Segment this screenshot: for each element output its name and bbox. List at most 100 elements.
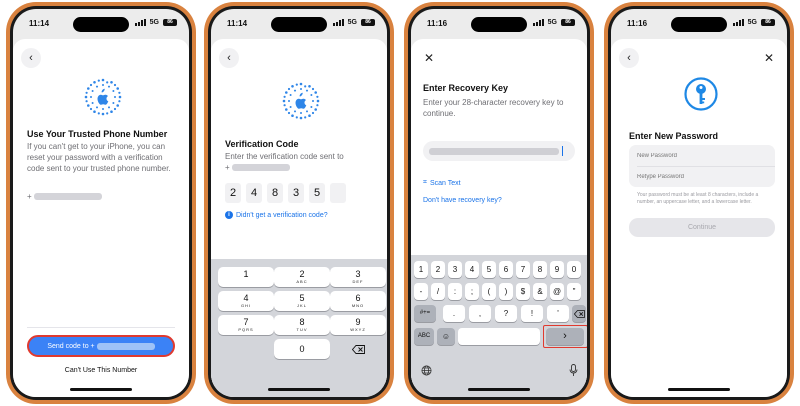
next-key[interactable]: ›	[546, 327, 584, 345]
status-time: 11:14	[227, 19, 248, 28]
key-5[interactable]: 5 JKL	[274, 291, 330, 311]
scan-text-button[interactable]: ⌗ Scan Text	[423, 179, 461, 187]
chevron-left-icon: ‹	[227, 52, 231, 64]
code-digit: 8	[267, 183, 283, 203]
key[interactable]: (	[482, 283, 496, 300]
close-button[interactable]: ✕	[419, 48, 439, 68]
phone-3: 11:16 5G 86 ✕ Enter Recovery Key Enter y…	[404, 2, 594, 404]
key[interactable]: 5	[482, 261, 496, 278]
page-title: Enter Recovery Key	[423, 83, 509, 93]
code-input[interactable]: 2 4 8 3 5	[225, 183, 346, 203]
key-0[interactable]: 0	[274, 339, 330, 359]
key-4[interactable]: 4 GHI	[218, 291, 274, 311]
status-time: 11:14	[29, 19, 50, 28]
description: Enter the verification code sent to	[225, 152, 344, 161]
signal-icon	[332, 19, 344, 26]
microphone-icon[interactable]	[569, 364, 578, 377]
back-button[interactable]: ‹	[219, 48, 239, 68]
send-code-button[interactable]: Send code to +	[27, 335, 175, 357]
key[interactable]: ,	[469, 305, 491, 322]
symbols-key[interactable]: #+=	[414, 305, 436, 322]
key-6[interactable]: 6 MNO	[330, 291, 386, 311]
status-bar: 11:16 5G 86	[411, 18, 587, 30]
key[interactable]: @	[550, 283, 564, 300]
emoji-key[interactable]: ☺	[437, 328, 455, 345]
key[interactable]: 7	[516, 261, 530, 278]
page-title: Verification Code	[225, 139, 299, 149]
phone-4: 11:16 5G 86 ‹ ✕ Enter New Password Your …	[604, 2, 794, 404]
key[interactable]: $	[516, 283, 530, 300]
key[interactable]: 3	[448, 261, 462, 278]
keyboard: 1 2 3 4 5 6 7 8 9 0 - / : ; ( ) $ & @ " …	[411, 255, 587, 397]
key[interactable]: !	[521, 305, 543, 322]
key[interactable]: &	[533, 283, 547, 300]
phone-number: +	[225, 163, 290, 172]
status-bar: 11:14 5G 86	[211, 18, 387, 30]
globe-icon[interactable]	[421, 365, 432, 376]
battery-icon: 86	[561, 19, 575, 26]
back-button[interactable]: ‹	[619, 48, 639, 68]
key[interactable]: 4	[465, 261, 479, 278]
screen-new-password: 11:16 5G 86 ‹ ✕ Enter New Password Your …	[611, 9, 787, 397]
key[interactable]: 9	[550, 261, 564, 278]
status-time: 11:16	[427, 19, 448, 28]
help-link[interactable]: i Didn't get a verification code?	[225, 211, 328, 219]
key[interactable]: ;	[465, 283, 479, 300]
sheet: ‹	[13, 39, 189, 397]
key[interactable]: /	[431, 283, 445, 300]
key[interactable]: ?	[495, 305, 517, 322]
space-key[interactable]	[458, 328, 540, 345]
password-hint: Your password must be at least 8 charact…	[637, 192, 759, 205]
key-9[interactable]: 9 WXYZ	[330, 315, 386, 335]
retype-password-field[interactable]	[629, 166, 775, 187]
key[interactable]: 2	[431, 261, 445, 278]
apple-logo-icon	[84, 78, 122, 116]
key-1[interactable]: 1	[218, 267, 274, 287]
signal-icon	[732, 19, 744, 26]
key[interactable]: :	[448, 283, 462, 300]
status-bar: 11:14 5G 86	[13, 18, 189, 30]
home-indicator	[468, 388, 530, 391]
recovery-key-input[interactable]	[423, 141, 575, 161]
key[interactable]: -	[414, 283, 428, 300]
key[interactable]: 6	[499, 261, 513, 278]
no-recovery-key-link[interactable]: Don't have recovery key?	[423, 197, 502, 204]
key[interactable]: .	[443, 305, 465, 322]
apple-logo-icon	[282, 82, 320, 120]
key[interactable]: 1	[414, 261, 428, 278]
delete-key[interactable]	[572, 305, 586, 322]
key-7[interactable]: 7 PQRS	[218, 315, 274, 335]
redacted-number	[96, 342, 155, 350]
key[interactable]: 8	[533, 261, 547, 278]
battery-icon: 86	[163, 19, 177, 26]
redacted-number	[231, 164, 290, 172]
abc-key[interactable]: ABC	[414, 328, 434, 345]
sheet: ‹ ✕ Enter New Password Your password mus…	[611, 39, 787, 397]
battery-icon: 86	[761, 19, 775, 26]
divider	[27, 327, 175, 328]
key-3[interactable]: 3 DEF	[330, 267, 386, 287]
chevron-left-icon: ‹	[29, 52, 33, 64]
continue-button[interactable]: Continue	[629, 218, 775, 237]
code-digit: 5	[309, 183, 325, 203]
signal-icon	[134, 19, 146, 26]
close-icon: ✕	[423, 51, 435, 65]
info-icon: i	[225, 211, 233, 219]
key-8[interactable]: 8 TUV	[274, 315, 330, 335]
sheet: ‹	[211, 39, 387, 397]
new-password-field[interactable]	[629, 145, 775, 166]
key[interactable]: '	[547, 305, 569, 322]
screen-recovery-key: 11:16 5G 86 ✕ Enter Recovery Key Enter y…	[411, 9, 587, 397]
back-button[interactable]: ‹	[21, 48, 41, 68]
delete-key[interactable]	[330, 339, 386, 359]
key[interactable]: 0	[567, 261, 581, 278]
code-digit: 3	[288, 183, 304, 203]
next-key-highlight: ›	[543, 325, 587, 348]
cant-use-number-button[interactable]: Can't Use This Number	[27, 361, 175, 381]
send-code-label: Send code to +	[47, 342, 95, 350]
key[interactable]: )	[499, 283, 513, 300]
close-button[interactable]: ✕	[759, 48, 779, 68]
numeric-keypad: 1 2 ABC 3 DEF 4 GHI 5 JKL 6 MNO 7 PQRS 8 TUV 9W…	[211, 259, 387, 397]
key[interactable]: "	[567, 283, 581, 300]
key-2[interactable]: 2 ABC	[274, 267, 330, 287]
